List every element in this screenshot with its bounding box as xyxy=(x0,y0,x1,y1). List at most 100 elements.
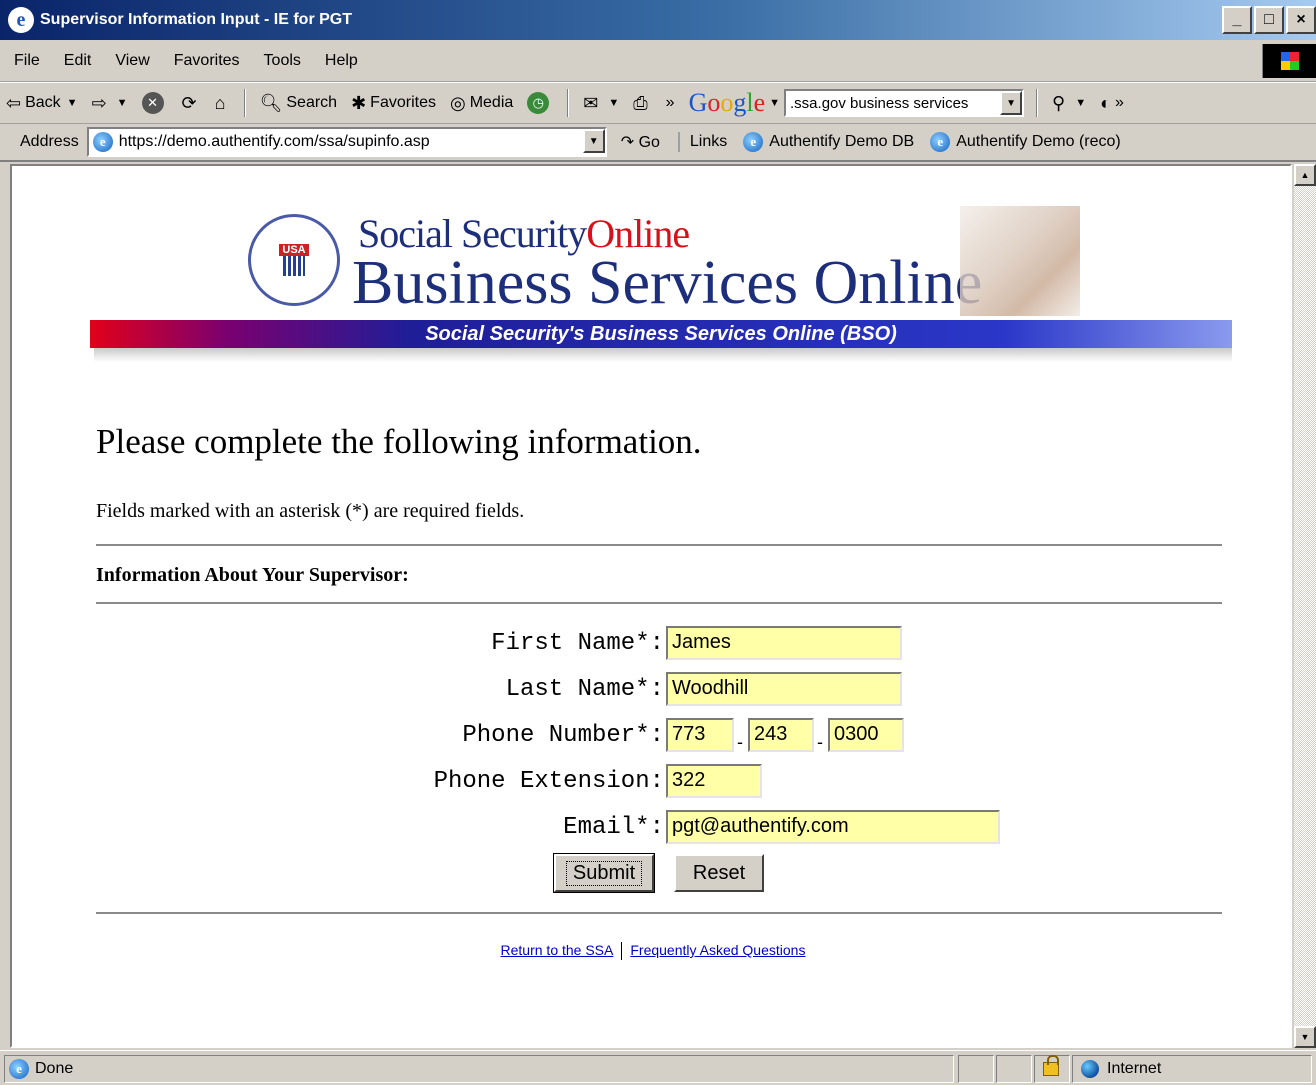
forward-arrow-icon: ⇨ xyxy=(91,92,107,113)
extension-input[interactable]: 322 xyxy=(666,764,762,798)
phone-prefix-input[interactable]: 243 xyxy=(748,718,814,752)
phone-separator: - xyxy=(737,732,743,752)
return-to-ssa-link[interactable]: Return to the SSA xyxy=(501,942,614,958)
phone-row: Phone Number*: 773 - 243 - 0300 xyxy=(12,718,1290,758)
zone-panel[interactable]: Internet xyxy=(1072,1055,1312,1083)
menu-view[interactable]: View xyxy=(115,52,149,70)
binoculars-dropdown-icon[interactable]: ▼ xyxy=(1075,97,1086,109)
google-dropdown-icon[interactable]: ▼ xyxy=(769,97,780,109)
mail-dropdown-icon[interactable]: ▼ xyxy=(608,97,619,109)
favorites-label: Favorites xyxy=(370,94,436,111)
back-dropdown-icon[interactable]: ▼ xyxy=(67,97,78,109)
toolbar-chevron[interactable]: » xyxy=(666,94,675,112)
favorites-button[interactable]: ✱ Favorites xyxy=(351,93,436,114)
go-arrow-icon: ↷ xyxy=(620,134,635,151)
ie-status-icon: e xyxy=(9,1059,29,1079)
footer-links: Return to the SSA Frequently Asked Questi… xyxy=(12,942,1290,961)
last-name-row: Last Name*: Woodhill xyxy=(12,672,1290,712)
address-bar: Address e https://demo.authentify.com/ss… xyxy=(0,124,1316,162)
mail-icon: ✉ xyxy=(583,92,599,113)
back-button[interactable]: ⇦ Back ▼ xyxy=(6,93,78,114)
phone-line-input[interactable]: 0300 xyxy=(828,718,904,752)
last-name-input[interactable]: Woodhill xyxy=(666,672,902,706)
vertical-scrollbar[interactable]: ▲ ▼ xyxy=(1294,164,1316,1048)
first-name-row: First Name*: James xyxy=(12,626,1290,666)
banner-photo xyxy=(960,206,1080,316)
stop-button[interactable]: ✕ xyxy=(141,92,168,114)
home-button[interactable]: ⌂ xyxy=(215,93,230,114)
extension-label: Phone Extension: xyxy=(433,768,664,795)
page-heading: Please complete the following informatio… xyxy=(96,422,702,461)
seal-bars xyxy=(283,256,305,276)
status-text: Done xyxy=(35,1060,74,1077)
divider xyxy=(96,544,1222,546)
search-button[interactable]: 🔍︎ Search xyxy=(260,93,338,114)
lock-icon xyxy=(1043,1055,1059,1076)
divider xyxy=(96,912,1222,914)
submit-button[interactable]: Submit xyxy=(553,853,655,893)
maximize-button[interactable]: □ xyxy=(1254,6,1284,34)
security-panel[interactable] xyxy=(1034,1055,1070,1083)
menu-file[interactable]: File xyxy=(14,52,40,70)
link-label: Authentify Demo DB xyxy=(769,133,915,150)
banner-shadow xyxy=(94,348,1232,362)
first-name-label: First Name*: xyxy=(491,630,664,657)
google-logo[interactable]: Google xyxy=(689,88,766,118)
menu-tools[interactable]: Tools xyxy=(264,52,301,70)
close-button[interactable]: × xyxy=(1286,6,1316,34)
submit-label: Submit xyxy=(565,860,643,886)
ie-app-icon[interactable]: e xyxy=(8,7,34,33)
status-panel xyxy=(996,1055,1032,1083)
links-label[interactable]: Links xyxy=(690,133,727,151)
address-input[interactable]: e https://demo.authentify.com/ssa/supinf… xyxy=(86,127,607,157)
page-icon: e xyxy=(92,132,113,152)
google-search-value: .ssa.gov business services xyxy=(790,94,969,112)
banner-title: Business Services Online xyxy=(352,249,983,317)
address-label: Address xyxy=(20,133,79,150)
binoculars-button[interactable]: ⚲ ▼ xyxy=(1052,93,1086,114)
refresh-icon: ⟳ xyxy=(181,92,197,113)
banner-strip: Social Security's Business Services Onli… xyxy=(90,320,1232,348)
standard-toolbar: ⇦ Back ▼ ⇨ ▼ ✕ ⟳ ⌂ 🔍︎ Search ✱ Favorites… xyxy=(0,82,1316,124)
back-arrow-icon: ⇦ xyxy=(6,92,22,113)
forward-button[interactable]: ⇨ ▼ xyxy=(92,93,128,114)
favorites-star-icon: ✱ xyxy=(351,92,367,113)
divider xyxy=(96,602,1222,604)
minimize-button[interactable]: _ xyxy=(1222,6,1252,34)
google-search-input[interactable]: .ssa.gov business services ▼ xyxy=(784,89,1025,117)
mail-button[interactable]: ✉ ▼ xyxy=(583,93,619,114)
history-button[interactable]: ◷ xyxy=(527,92,553,114)
go-button[interactable]: ↷ Go xyxy=(621,132,660,152)
refresh-button[interactable]: ⟳ xyxy=(182,93,201,114)
scroll-down-button[interactable]: ▼ xyxy=(1294,1026,1316,1048)
google-search-dropdown-button[interactable]: ▼ xyxy=(1000,91,1023,115)
first-name-input[interactable]: James xyxy=(666,626,902,660)
status-text-panel: e Done xyxy=(4,1055,954,1083)
menu-help[interactable]: Help xyxy=(325,52,358,70)
media-button[interactable]: ◎ Media xyxy=(450,93,513,114)
toolbar-separator xyxy=(567,89,570,117)
binoculars-icon: ⚲ xyxy=(1052,92,1066,113)
stop-icon: ✕ xyxy=(141,92,164,114)
ssa-seal-logo: USA xyxy=(248,214,340,306)
go-label: Go xyxy=(638,134,660,151)
menu-favorites[interactable]: Favorites xyxy=(174,52,240,70)
phone-area-input[interactable]: 773 xyxy=(666,718,734,752)
scroll-up-button[interactable]: ▲ xyxy=(1294,164,1316,186)
extra-toolbar-button[interactable]: ◐ » xyxy=(1100,93,1124,114)
faq-link[interactable]: Frequently Asked Questions xyxy=(630,942,805,958)
print-button[interactable]: ⎙ xyxy=(633,93,651,114)
globe-icon xyxy=(1081,1060,1099,1078)
address-dropdown-button[interactable]: ▼ xyxy=(582,129,605,153)
section-title: Information About Your Supervisor: xyxy=(96,564,409,586)
menu-edit[interactable]: Edit xyxy=(64,52,92,70)
email-input[interactable]: pgt@authentify.com xyxy=(666,810,1000,844)
last-name-label: Last Name*: xyxy=(505,676,664,703)
search-label: Search xyxy=(286,94,338,111)
reset-button[interactable]: Reset xyxy=(674,854,764,892)
forward-dropdown-icon[interactable]: ▼ xyxy=(117,97,128,109)
link-authentify-demo-reco[interactable]: e Authentify Demo (reco) xyxy=(926,132,1121,152)
bso-banner: USA Social SecurityOnline Business Servi… xyxy=(90,186,1232,366)
link-authentify-demo-db[interactable]: e Authentify Demo DB xyxy=(739,132,914,152)
status-bar: e Done Internet xyxy=(0,1050,1316,1085)
